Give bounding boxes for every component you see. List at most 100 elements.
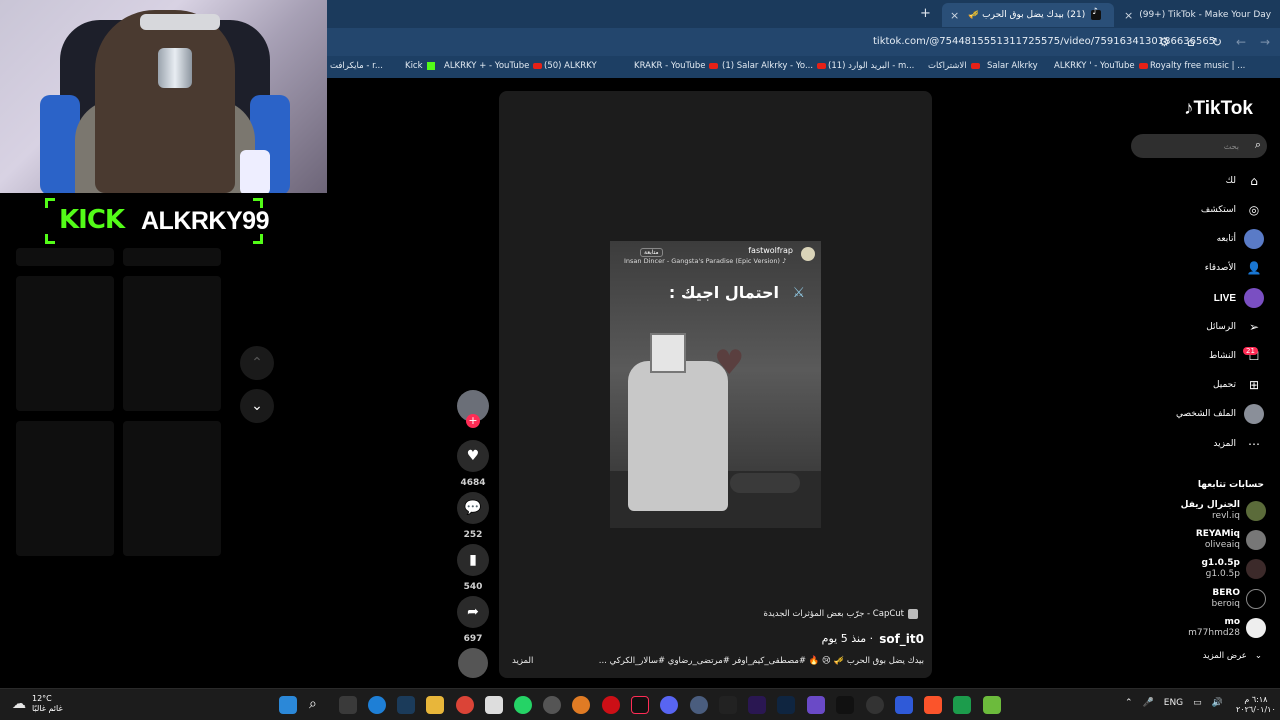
more-icon: ⋯ xyxy=(1248,437,1260,451)
see-more-link[interactable]: ⌄ عرض المزيد xyxy=(1203,651,1262,661)
search-icon[interactable]: ⌕ xyxy=(1255,138,1261,152)
weather-widget[interactable]: ☁ 12°C غائم غالبًا xyxy=(12,694,63,714)
music-disc[interactable] xyxy=(458,648,488,678)
like-action[interactable]: ♥ 4684 xyxy=(456,440,490,488)
previous-video-button[interactable]: ⌃ xyxy=(240,346,274,380)
forward-icon[interactable]: → xyxy=(1260,35,1270,49)
discord-icon[interactable] xyxy=(660,696,678,714)
nav-more[interactable]: ⋯ المزيد xyxy=(1213,434,1264,454)
bookmark[interactable]: Salar Alkrky xyxy=(987,61,1038,71)
followed-account[interactable]: REYAMiq oliveaiq xyxy=(1196,529,1266,551)
nav-live[interactable]: LIVE xyxy=(1214,288,1264,308)
app-icon[interactable] xyxy=(807,696,825,714)
youtube-icon xyxy=(533,63,543,69)
author-name[interactable]: sof_it0 xyxy=(879,632,924,646)
bookmark[interactable]: البريد الوارد (11) - m... xyxy=(828,61,914,71)
nav-explore[interactable]: ◎ استكشف xyxy=(1201,200,1264,220)
folder-icon[interactable] xyxy=(426,696,444,714)
share-action[interactable]: ➦ 697 xyxy=(456,596,490,644)
more-link[interactable]: المزيد xyxy=(512,656,533,666)
premiere-icon[interactable] xyxy=(748,696,766,714)
next-video-button[interactable]: ⌄ xyxy=(240,389,274,423)
app-icon[interactable] xyxy=(543,696,561,714)
app-icon[interactable] xyxy=(719,696,737,714)
home-icon: ⌂ xyxy=(1250,174,1258,188)
capcut-icon[interactable] xyxy=(836,696,854,714)
app-icon[interactable] xyxy=(485,696,503,714)
opera-icon[interactable] xyxy=(602,696,620,714)
steam-icon[interactable] xyxy=(397,696,415,714)
system-tray[interactable]: ⌃ 🎤 ENG ▭ 🔊 xyxy=(1125,698,1223,708)
close-tab-icon[interactable]: × xyxy=(1124,9,1133,22)
bookmark[interactable]: (50) ALKRKY xyxy=(544,61,597,71)
obs-icon[interactable] xyxy=(866,696,884,714)
nav-following[interactable]: أتابعه xyxy=(1217,229,1264,249)
tiktok-icon xyxy=(1091,7,1102,20)
photoshop-icon[interactable] xyxy=(777,696,795,714)
home-icon[interactable]: ⌂ xyxy=(1187,35,1195,49)
followed-account[interactable]: mo m77hmd28 xyxy=(1188,617,1266,639)
nav-upload[interactable]: ⊞ تحميل xyxy=(1213,375,1264,395)
video-frame[interactable]: متابعة fastwolfrap Insan Dincer - Gangst… xyxy=(610,241,821,528)
bookmark[interactable]: (1) Salar Alkrky - Yo... xyxy=(722,61,827,71)
search-input[interactable] xyxy=(1141,138,1239,154)
whatsapp-icon[interactable] xyxy=(514,696,532,714)
nav-messages[interactable]: ➢ الرسائل xyxy=(1206,317,1264,337)
bookmark[interactable]: ALKRKY ' - YouTube xyxy=(1054,61,1148,71)
tab-tiktok-video[interactable]: × (21) بيدك يضل بوق الحرب 🎺 | ... xyxy=(942,3,1114,27)
send-icon: ➢ xyxy=(1248,320,1260,334)
nav-profile[interactable]: الملف الشخصي xyxy=(1176,404,1264,424)
followed-account[interactable]: الجنرال ريفل revl.iq xyxy=(1181,500,1266,522)
app-icon[interactable] xyxy=(895,696,913,714)
comment-action[interactable]: 💬 252 xyxy=(456,492,490,540)
bookmark[interactable]: KRAKR - YouTube xyxy=(634,61,719,71)
extensions-icon[interactable]: ⚙ xyxy=(1159,35,1170,49)
save-action[interactable]: ▮ 540 xyxy=(456,544,490,592)
comment-icon[interactable]: 💬 xyxy=(457,492,489,524)
followed-account[interactable]: BERO beroiq xyxy=(1212,588,1266,610)
capcut-link[interactable]: CapCut - جرّب بعض المؤثرات الجديدة xyxy=(764,609,918,619)
tab-label: (21) بيدك يضل بوق الحرب 🎺 | ... xyxy=(965,10,1086,20)
search-box[interactable]: ⌕ xyxy=(1131,134,1267,158)
tiktok-icon[interactable] xyxy=(631,696,649,714)
post-time: · منذ 5 يوم xyxy=(821,632,874,645)
youtube-icon xyxy=(709,63,719,69)
start-icon[interactable] xyxy=(279,696,297,714)
bookmark[interactable]: Kick xyxy=(405,61,435,71)
app-icon[interactable] xyxy=(572,696,590,714)
reload-icon[interactable]: ↻ xyxy=(1212,35,1222,49)
clip-avatar xyxy=(801,247,815,261)
bookmark[interactable]: مايكرافت - r... xyxy=(330,61,383,71)
follow-plus-button[interactable]: + xyxy=(466,414,480,428)
tiktok-logo[interactable]: ♪TikTok xyxy=(1184,98,1253,120)
tab-tiktok-home[interactable]: × (99+) TikTok - Make Your Day xyxy=(1116,3,1280,27)
share-icon[interactable]: ➦ xyxy=(457,596,489,628)
app-icon[interactable] xyxy=(953,696,971,714)
new-tab-button[interactable]: + xyxy=(920,6,931,21)
figure-body xyxy=(628,361,728,511)
app-icon[interactable] xyxy=(690,696,708,714)
taskbar: ☁ 12°C غائم غالبًا ⌕ ⌃ 🎤 ENG ▭ 🔊 ٦:١٨ م ٢… xyxy=(0,688,1280,720)
edge-icon[interactable] xyxy=(368,696,386,714)
heart-icon[interactable]: ♥ xyxy=(457,440,489,472)
chrome-icon[interactable] xyxy=(456,696,474,714)
followed-account[interactable]: g1.0.5p g1.0.5p xyxy=(1201,558,1266,580)
chevron-up-icon: ⌃ xyxy=(1125,698,1133,708)
bookmark[interactable]: الاشتراكات xyxy=(928,61,980,71)
minecraft-icon[interactable] xyxy=(983,696,1001,714)
bookmark[interactable]: Royalty free music | ... xyxy=(1150,61,1245,71)
nav-for-you[interactable]: ⌂ لك xyxy=(1226,171,1264,191)
nav-friends[interactable]: 👤 الأصدقاء xyxy=(1205,258,1264,278)
chevron-up-icon: ⌃ xyxy=(251,355,263,371)
close-tab-icon[interactable]: × xyxy=(950,9,959,22)
back-icon[interactable]: ← xyxy=(1236,35,1246,49)
placeholder-tile xyxy=(16,421,114,556)
bookmark-icon[interactable]: ▮ xyxy=(457,544,489,576)
headband xyxy=(140,14,220,30)
bookmark[interactable]: ALKRKY + - YouTube xyxy=(444,61,543,71)
search-icon[interactable]: ⌕ xyxy=(309,696,327,714)
clock[interactable]: ٦:١٨ م ٢٠٢٦/٠١/١٠ xyxy=(1236,695,1276,715)
placeholder-tile xyxy=(16,276,114,411)
task-view-icon[interactable] xyxy=(339,696,357,714)
brave-icon[interactable] xyxy=(924,696,942,714)
